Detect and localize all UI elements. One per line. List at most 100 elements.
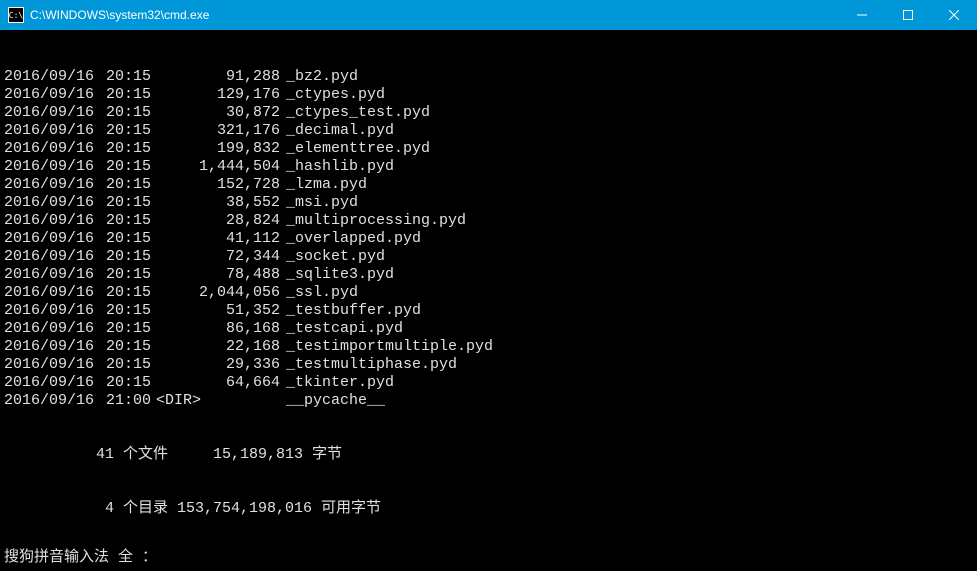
col-date: 2016/09/16 xyxy=(4,356,92,374)
col-time: 20:15 xyxy=(92,212,156,230)
maximize-button[interactable] xyxy=(885,0,931,30)
col-time: 20:15 xyxy=(92,176,156,194)
col-time: 20:15 xyxy=(92,158,156,176)
listing-row: 2016/09/1620:1586,168_testcapi.pyd xyxy=(4,320,973,338)
col-date: 2016/09/16 xyxy=(4,176,92,194)
col-name: _lzma.pyd xyxy=(286,176,973,194)
col-size: 129,176 xyxy=(156,86,286,104)
col-time: 20:15 xyxy=(92,86,156,104)
listing-row: 2016/09/1620:15129,176_ctypes.pyd xyxy=(4,86,973,104)
listing-row: 2016/09/1620:15321,176_decimal.pyd xyxy=(4,122,973,140)
col-name: _bz2.pyd xyxy=(286,68,973,86)
minimize-icon xyxy=(857,10,867,20)
col-time: 20:15 xyxy=(92,68,156,86)
window-controls xyxy=(839,0,977,30)
close-button[interactable] xyxy=(931,0,977,30)
window-title: C:\WINDOWS\system32\cmd.exe xyxy=(30,8,839,22)
col-size: <DIR> xyxy=(156,392,286,410)
listing-row: 2016/09/1620:1564,664_tkinter.pyd xyxy=(4,374,973,392)
terminal-area[interactable]: 2016/09/1620:1591,288_bz2.pyd2016/09/162… xyxy=(0,30,977,571)
col-size: 78,488 xyxy=(156,266,286,284)
directory-listing: 2016/09/1620:1591,288_bz2.pyd2016/09/162… xyxy=(4,68,973,410)
col-date: 2016/09/16 xyxy=(4,86,92,104)
col-date: 2016/09/16 xyxy=(4,302,92,320)
col-name: _decimal.pyd xyxy=(286,122,973,140)
col-date: 2016/09/16 xyxy=(4,140,92,158)
col-time: 20:15 xyxy=(92,104,156,122)
col-time: 20:15 xyxy=(92,320,156,338)
listing-row: 2016/09/1620:1541,112_overlapped.pyd xyxy=(4,230,973,248)
col-time: 21:00 xyxy=(92,392,156,410)
col-date: 2016/09/16 xyxy=(4,392,92,410)
col-date: 2016/09/16 xyxy=(4,104,92,122)
listing-row: 2016/09/1621:00<DIR> __pycache__ xyxy=(4,392,973,410)
col-date: 2016/09/16 xyxy=(4,194,92,212)
listing-row: 2016/09/1620:151,444,504_hashlib.pyd xyxy=(4,158,973,176)
col-size: 38,552 xyxy=(156,194,286,212)
col-size: 29,336 xyxy=(156,356,286,374)
col-date: 2016/09/16 xyxy=(4,284,92,302)
col-time: 20:15 xyxy=(92,266,156,284)
listing-row: 2016/09/1620:15152,728_lzma.pyd xyxy=(4,176,973,194)
col-time: 20:15 xyxy=(92,122,156,140)
col-size: 41,112 xyxy=(156,230,286,248)
ime-status: 搜狗拼音输入法 全 ： xyxy=(4,549,157,567)
col-size: 321,176 xyxy=(156,122,286,140)
col-date: 2016/09/16 xyxy=(4,122,92,140)
maximize-icon xyxy=(903,10,913,20)
summary-dirs: 4 个目录 153,754,198,016 可用字节 xyxy=(4,500,973,518)
col-name: __pycache__ xyxy=(286,392,973,410)
col-name: _testbuffer.pyd xyxy=(286,302,973,320)
col-size: 199,832 xyxy=(156,140,286,158)
col-name: _testimportmultiple.pyd xyxy=(286,338,973,356)
col-name: _ssl.pyd xyxy=(286,284,973,302)
listing-row: 2016/09/1620:1538,552_msi.pyd xyxy=(4,194,973,212)
col-size: 152,728 xyxy=(156,176,286,194)
col-name: _elementtree.pyd xyxy=(286,140,973,158)
col-name: _multiprocessing.pyd xyxy=(286,212,973,230)
col-date: 2016/09/16 xyxy=(4,266,92,284)
col-time: 20:15 xyxy=(92,194,156,212)
col-date: 2016/09/16 xyxy=(4,230,92,248)
col-name: _overlapped.pyd xyxy=(286,230,973,248)
col-name: _ctypes_test.pyd xyxy=(286,104,973,122)
col-time: 20:15 xyxy=(92,338,156,356)
col-time: 20:15 xyxy=(92,356,156,374)
col-time: 20:15 xyxy=(92,284,156,302)
col-size: 28,824 xyxy=(156,212,286,230)
minimize-button[interactable] xyxy=(839,0,885,30)
col-time: 20:15 xyxy=(92,302,156,320)
col-size: 22,168 xyxy=(156,338,286,356)
col-name: _testcapi.pyd xyxy=(286,320,973,338)
col-name: _tkinter.pyd xyxy=(286,374,973,392)
col-time: 20:15 xyxy=(92,248,156,266)
col-name: _msi.pyd xyxy=(286,194,973,212)
col-name: _ctypes.pyd xyxy=(286,86,973,104)
col-time: 20:15 xyxy=(92,230,156,248)
col-date: 2016/09/16 xyxy=(4,212,92,230)
col-size: 30,872 xyxy=(156,104,286,122)
col-time: 20:15 xyxy=(92,140,156,158)
listing-row: 2016/09/1620:1528,824_multiprocessing.py… xyxy=(4,212,973,230)
close-icon xyxy=(949,10,959,20)
listing-row: 2016/09/1620:152,044,056_ssl.pyd xyxy=(4,284,973,302)
summary-files: 41 个文件 15,189,813 字节 xyxy=(4,446,973,464)
col-size: 91,288 xyxy=(156,68,286,86)
listing-row: 2016/09/1620:1572,344_socket.pyd xyxy=(4,248,973,266)
cmd-window: C:\ C:\WINDOWS\system32\cmd.exe 2016/09/… xyxy=(0,0,977,571)
listing-row: 2016/09/1620:1529,336_testmultiphase.pyd xyxy=(4,356,973,374)
col-size: 72,344 xyxy=(156,248,286,266)
col-name: _testmultiphase.pyd xyxy=(286,356,973,374)
col-size: 64,664 xyxy=(156,374,286,392)
titlebar[interactable]: C:\ C:\WINDOWS\system32\cmd.exe xyxy=(0,0,977,30)
col-date: 2016/09/16 xyxy=(4,158,92,176)
listing-row: 2016/09/1620:15199,832_elementtree.pyd xyxy=(4,140,973,158)
col-date: 2016/09/16 xyxy=(4,248,92,266)
listing-row: 2016/09/1620:1530,872_ctypes_test.pyd xyxy=(4,104,973,122)
col-date: 2016/09/16 xyxy=(4,68,92,86)
col-name: _hashlib.pyd xyxy=(286,158,973,176)
listing-row: 2016/09/1620:1578,488_sqlite3.pyd xyxy=(4,266,973,284)
col-date: 2016/09/16 xyxy=(4,374,92,392)
col-name: _socket.pyd xyxy=(286,248,973,266)
cmd-icon: C:\ xyxy=(8,7,24,23)
